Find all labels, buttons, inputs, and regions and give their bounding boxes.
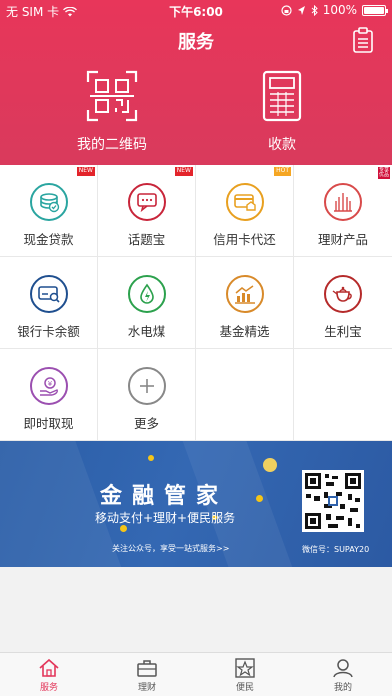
new-badge: NEW [174,167,193,176]
battery-icon [362,4,388,16]
my-qr-code-label: 我的二维码 [77,137,147,153]
grid-item-more[interactable]: 更多 [98,349,196,441]
decorative-dot [120,525,127,532]
utility-icon [127,275,166,313]
grid-item-label: 即时取现 [23,416,74,431]
grid-item-credit-card-repay[interactable]: HOT 信用卡代还 [196,165,294,257]
grid-item-instant-cash[interactable]: ¥ 即时取现 [0,349,98,441]
tab-label: 我的 [333,683,352,693]
header: 无 SIM 卡 下午6:00 100% 服务 我的二维码 收款 [0,0,392,165]
grid-item-label: 基金精选 [219,324,270,339]
user-icon [333,659,353,678]
tab-convenience[interactable]: 便民 [196,653,294,696]
finance-building-icon [324,183,362,221]
tab-mine[interactable]: 我的 [294,653,392,696]
svg-text:¥: ¥ [47,380,52,388]
grid-item-label: 生利宝 [324,324,362,339]
status-bar: 无 SIM 卡 下午6:00 100% [0,0,392,20]
grid-item-label: 更多 [133,416,159,431]
grid-item-fund-selection[interactable]: 基金精选 [196,257,294,349]
cash-loan-icon [29,183,68,221]
receive-payment-label: 收款 [268,137,296,153]
credit-card-icon [225,183,264,221]
grid-item-label: 理财产品 [317,232,368,247]
receive-payment-button[interactable]: 收款 [212,70,352,154]
banner-title: 金融管家 [100,484,229,509]
grid-item-cash-loan[interactable]: NEW 现金贷款 [0,165,98,257]
lock-rotation-icon [281,4,292,16]
exclusive-badge: 专享优品 [378,166,390,179]
tab-label: 理财 [137,683,156,693]
grid-item-topic[interactable]: NEW 话题宝 [98,165,196,257]
status-right: 100% [281,3,388,17]
grid-item-label: 银行卡余额 [17,324,80,339]
grid-item-label: 现金贷款 [23,232,74,247]
clipboard-icon[interactable] [352,27,374,53]
briefcase-icon [137,660,157,677]
tab-label: 服务 [39,683,58,693]
chat-icon [127,183,166,221]
decorative-dot [148,455,154,461]
star-icon [235,658,255,678]
coin-icon [263,458,277,472]
page-title: 服务 [178,32,214,53]
grid-item-label: 信用卡代还 [213,232,276,247]
banner-note: 关注公众号，享受一站式服务>> [112,544,230,553]
new-badge: NEW [76,167,95,176]
grid-item-bank-balance[interactable]: 银行卡余额 [0,257,98,349]
location-icon [297,5,305,15]
grid-item-label: 话题宝 [127,232,166,247]
grid-item-shengli[interactable]: 生利宝 [294,257,392,349]
tab-service[interactable]: 服务 [0,653,98,696]
home-icon [39,658,59,677]
tab-label: 便民 [235,683,254,693]
grid-item-finance-products[interactable]: 专享优品 理财产品 [294,165,392,257]
wechat-id: 微信号：SUPAY20 [302,545,370,554]
instant-cash-icon: ¥ [29,367,68,405]
hot-badge: HOT [274,167,291,176]
fund-chart-icon [225,275,264,313]
grid-empty-cell [196,349,294,441]
tab-finance[interactable]: 理财 [98,653,196,696]
battery-percent: 100% [322,3,357,17]
grid-empty-cell [294,349,392,441]
teapot-icon [324,275,362,313]
banner-subtitle: 移动支付+理财+便民服务 [95,511,236,525]
tab-bar: 服务 理财 便民 我的 [0,652,392,696]
service-grid: NEW 现金贷款 NEW 话题宝 HOT 信用卡代还 专享优品 理财产品 银行卡… [0,165,392,441]
wechat-qr-code [302,470,364,532]
decorative-dot [256,495,263,502]
qr-code-icon [86,70,138,122]
bank-card-icon [29,275,68,313]
bluetooth-icon [311,4,318,16]
pos-terminal-icon [262,70,302,122]
grid-item-utilities[interactable]: 水电煤 [98,257,196,349]
grid-item-label: 水电煤 [127,324,166,339]
plus-icon [127,367,166,405]
my-qr-code-button[interactable]: 我的二维码 [42,70,182,154]
